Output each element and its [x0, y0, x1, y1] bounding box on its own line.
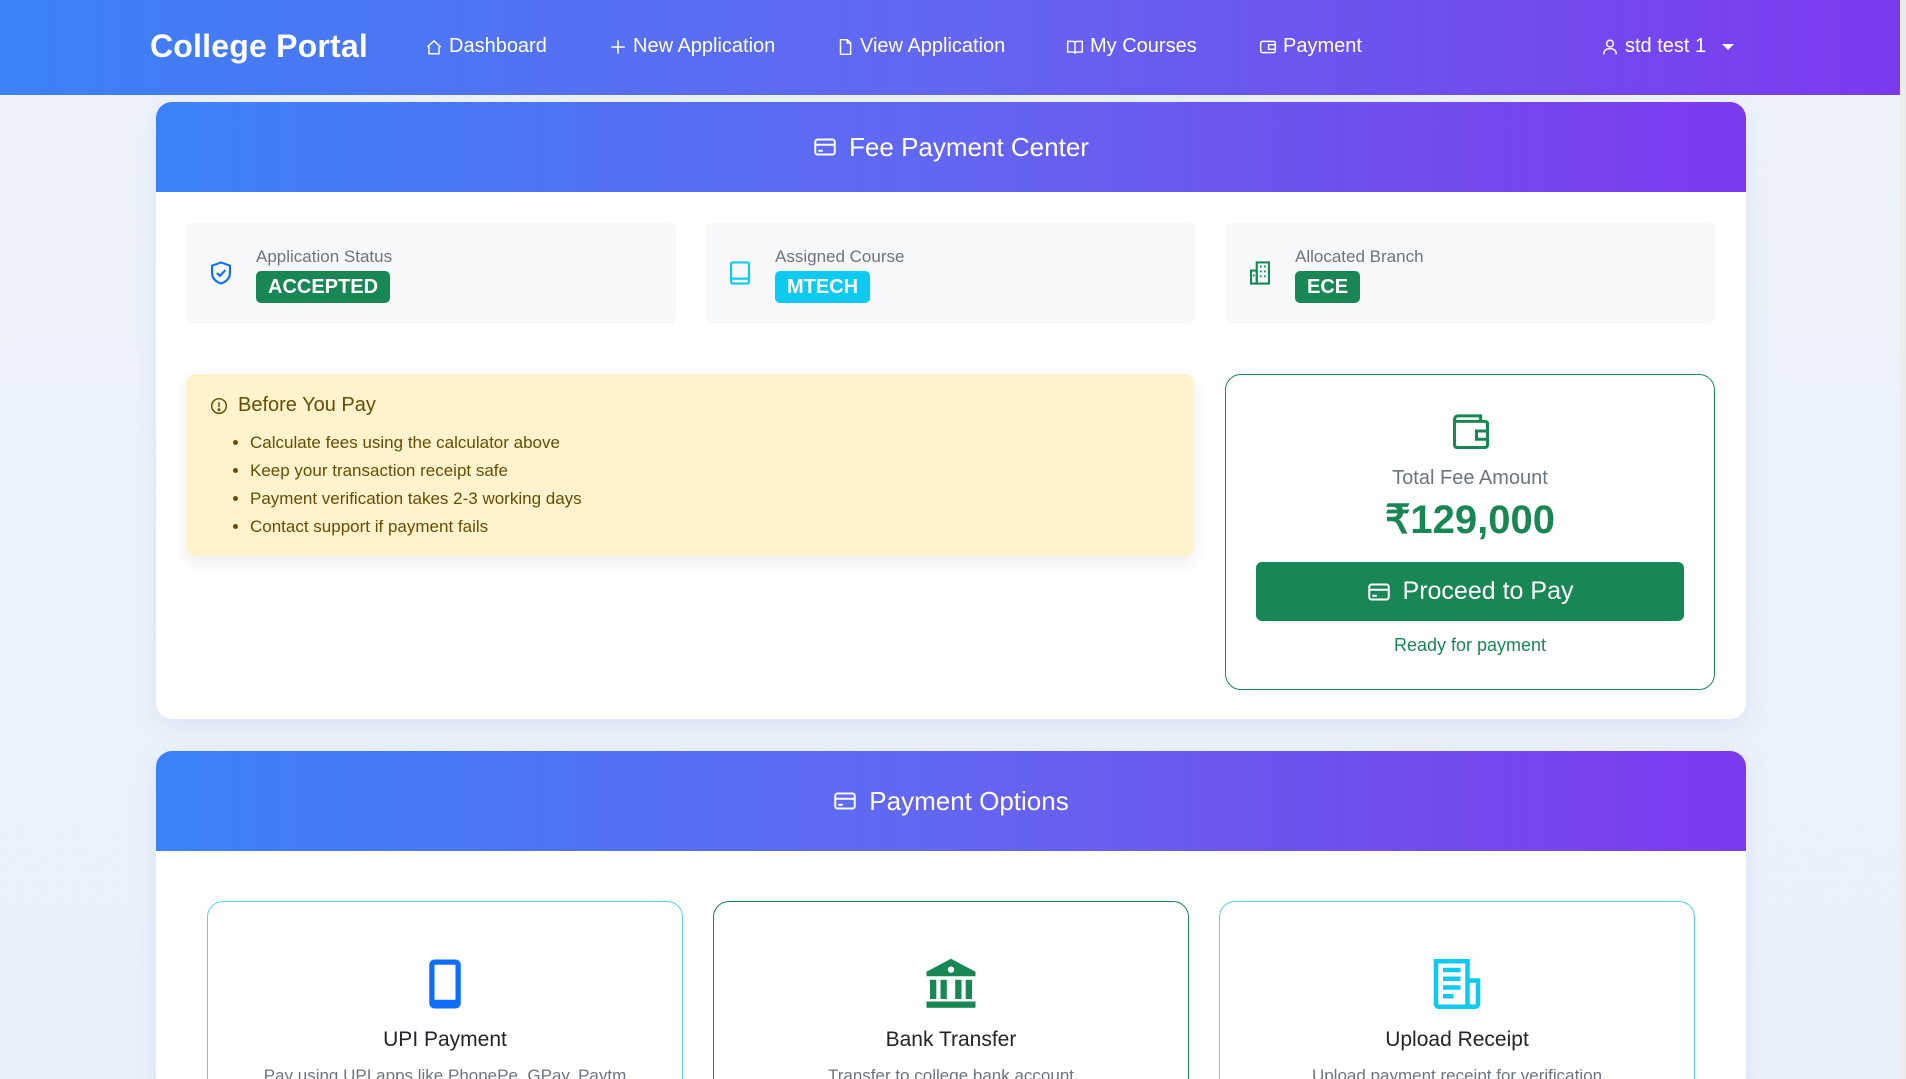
scrollbar[interactable]	[1900, 0, 1906, 1079]
phone-icon	[429, 959, 461, 1009]
exclamation-circle-icon	[210, 397, 228, 414]
option-title: Bank Transfer	[885, 1028, 1017, 1051]
list-item: Contact support if payment fails	[250, 513, 582, 541]
nav-new-application-label: New Application	[633, 35, 776, 57]
brand-logo[interactable]: College Portal	[150, 28, 368, 65]
total-fee-box: Total Fee Amount ₹129,000 Proceed to Pay…	[1225, 374, 1715, 690]
credit-card-icon	[1367, 583, 1390, 600]
shield-check-icon	[211, 261, 231, 285]
option-title: Upload Receipt	[1385, 1028, 1529, 1051]
list-item: Calculate fees using the calculator abov…	[250, 429, 582, 457]
list-item: Payment verification takes 2-3 working d…	[250, 485, 582, 513]
upload-receipt-option[interactable]: Upload Receipt Upload payment receipt fo…	[1219, 901, 1695, 1079]
assigned-course-tile: Assigned Course MTECH	[705, 222, 1195, 324]
payment-options-title: Payment Options	[869, 785, 1069, 816]
proceed-to-pay-button[interactable]: Proceed to Pay	[1256, 562, 1684, 621]
status-badge: ACCEPTED	[256, 271, 391, 303]
book-open-icon	[1066, 40, 1084, 54]
bank-icon	[926, 958, 976, 1008]
wallet-icon	[1452, 414, 1490, 450]
option-description: Transfer to college bank account	[827, 1066, 1074, 1079]
allocated-branch-tile: Allocated Branch ECE	[1225, 222, 1715, 324]
credit-card-icon	[834, 792, 857, 810]
file-icon	[839, 38, 852, 55]
application-status-tile: Application Status ACCEPTED	[186, 222, 676, 324]
list-item: Keep your transaction receipt safe	[250, 457, 582, 485]
total-fee-amount: ₹129,000	[1384, 498, 1556, 542]
payment-options-header: Payment Options	[156, 751, 1746, 851]
before-you-pay-notice: Before You Pay Calculate fees using the …	[186, 374, 1194, 556]
user-menu-dropdown[interactable]: std test 1	[1601, 35, 1735, 58]
nav-view-application-label: View Application	[860, 35, 1006, 57]
branch-badge: ECE	[1295, 271, 1361, 303]
bank-transfer-option[interactable]: Bank Transfer Transfer to college bank a…	[713, 901, 1189, 1079]
nav-payment-label: Payment	[1283, 35, 1362, 57]
notice-title-text: Before You Pay	[238, 394, 376, 416]
credit-card-icon	[814, 138, 836, 156]
option-description: Pay using UPI apps like PhonePe, GPay, P…	[263, 1066, 627, 1079]
payment-status-text: Ready for payment	[1393, 635, 1547, 655]
nav-dashboard-label: Dashboard	[449, 35, 547, 57]
book-icon	[730, 261, 750, 285]
plus-icon	[611, 39, 625, 54]
house-icon	[426, 39, 442, 54]
nav-payment[interactable]: Payment	[1259, 35, 1362, 58]
option-description: Upload payment receipt for verification	[1311, 1066, 1603, 1079]
nav-view-application[interactable]: View Application	[836, 35, 1005, 58]
proceed-to-pay-label: Proceed to Pay	[1402, 577, 1574, 605]
nav-new-application[interactable]: New Application	[609, 35, 775, 58]
user-icon	[1603, 39, 1617, 54]
fee-payment-title: Fee Payment Center	[849, 131, 1089, 162]
nav-my-courses[interactable]: My Courses	[1066, 35, 1197, 58]
total-fee-label: Total Fee Amount	[1392, 467, 1548, 489]
notice-title: Before You Pay	[210, 394, 376, 417]
top-navbar: College Portal Dashboard New Application…	[0, 0, 1906, 95]
nav-my-courses-label: My Courses	[1090, 35, 1197, 57]
upi-payment-option[interactable]: UPI Payment Pay using UPI apps like Phon…	[207, 901, 683, 1079]
application-status-label: Application Status	[256, 247, 393, 266]
user-name: std test 1	[1625, 35, 1707, 57]
option-title: UPI Payment	[383, 1028, 507, 1051]
notice-list: Calculate fees using the calculator abov…	[250, 429, 582, 541]
nav-dashboard[interactable]: Dashboard	[425, 35, 547, 58]
course-badge: MTECH	[775, 271, 871, 303]
allocated-branch-label: Allocated Branch	[1295, 247, 1424, 266]
receipt-icon	[1433, 958, 1481, 1010]
chevron-down-icon	[1722, 43, 1735, 50]
fee-payment-header: Fee Payment Center	[156, 102, 1746, 192]
assigned-course-label: Assigned Course	[775, 247, 905, 266]
building-icon	[1250, 261, 1270, 285]
wallet-icon	[1259, 40, 1277, 53]
